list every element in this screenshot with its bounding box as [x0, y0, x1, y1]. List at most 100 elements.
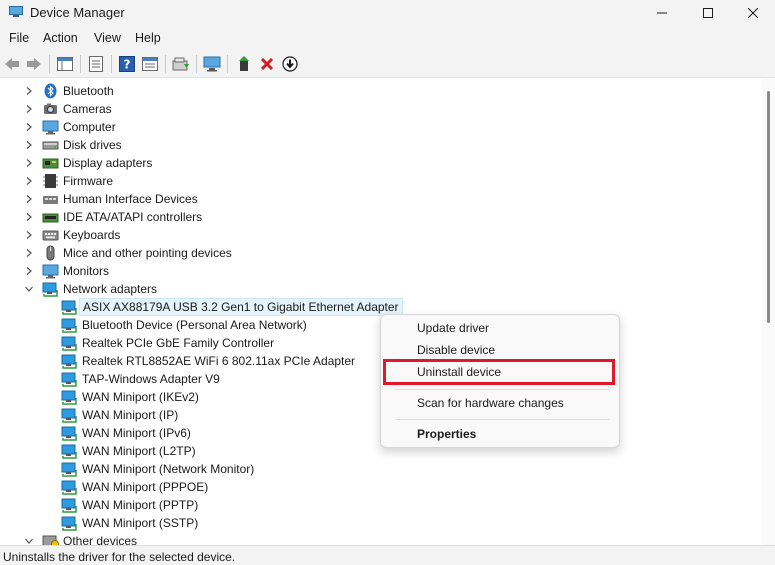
menu-help[interactable]: Help	[135, 31, 161, 45]
tree-category-disk-drives[interactable]: Disk drives	[0, 136, 760, 154]
tree-category-label: Network adapters	[63, 282, 158, 296]
help-button[interactable]: ?	[117, 54, 137, 74]
tree-category-label: IDE ATA/ATAPI controllers	[63, 210, 203, 224]
chevron-right-icon	[26, 195, 32, 203]
tree-device-label: WAN Miniport (L2TP)	[82, 444, 196, 458]
chevron-right-icon	[26, 213, 32, 221]
menu-item-scan-for-hardware-changes[interactable]: Scan for hardware changes	[417, 396, 564, 410]
tree-category-bluetooth[interactable]: Bluetooth	[0, 82, 760, 100]
tree-category-cameras[interactable]: Cameras	[0, 100, 760, 118]
update-driver-button[interactable]	[171, 54, 191, 74]
menu-action[interactable]: Action	[43, 31, 78, 45]
tree-category-label: Firmware	[63, 174, 113, 188]
chevron-right-icon	[26, 249, 32, 257]
display-adapter-icon	[42, 158, 59, 169]
network-adapter-icon	[42, 282, 58, 297]
tree-device-selected[interactable]: ASIX AX88179A USB 3.2 Gen1 to Gigabit Et…	[0, 298, 760, 316]
menu-item-properties[interactable]: Properties	[417, 427, 476, 441]
tree-category-display-adapters[interactable]: Display adapters	[0, 154, 760, 172]
tree-category-monitors[interactable]: Monitors	[0, 262, 760, 280]
tree-category-label: Disk drives	[63, 138, 122, 152]
tree-category-label: Monitors	[63, 264, 110, 278]
highlight-annotation-box	[383, 359, 615, 385]
device-tree[interactable]: Bluetooth Cameras Computer Disk drives D…	[0, 79, 762, 545]
network-adapter-icon	[61, 516, 77, 531]
tree-device[interactable]: WAN Miniport (PPTP)	[0, 496, 760, 514]
tree-category-label: Bluetooth	[63, 84, 114, 98]
menu-view[interactable]: View	[94, 31, 121, 45]
tree-category-keyboards[interactable]: Keyboards	[0, 226, 760, 244]
vertical-scrollbar[interactable]	[762, 79, 775, 545]
help-icon: ?	[119, 56, 135, 72]
tree-device[interactable]: WAN Miniport (PPPOE)	[0, 478, 760, 496]
other-devices-icon	[42, 535, 59, 545]
mouse-icon	[46, 245, 55, 261]
menu-separator	[395, 389, 609, 390]
tree-category-label: Keyboards	[63, 228, 121, 242]
chevron-right-icon	[26, 267, 32, 275]
tree-device-label: WAN Miniport (SSTP)	[82, 516, 199, 530]
tree-category-computer[interactable]: Computer	[0, 118, 760, 136]
tree-device[interactable]: WAN Miniport (SSTP)	[0, 514, 760, 532]
network-adapter-icon	[61, 426, 77, 441]
menu-item-update-driver[interactable]: Update driver	[417, 321, 489, 335]
tree-device-label: WAN Miniport (IP)	[82, 408, 179, 422]
tree-category-mice[interactable]: Mice and other pointing devices	[0, 244, 760, 262]
view-button[interactable]	[140, 54, 160, 74]
properties-icon	[89, 56, 103, 72]
tree-device[interactable]: WAN Miniport (Network Monitor)	[0, 460, 760, 478]
forward-button[interactable]	[24, 54, 44, 74]
chevron-right-icon	[26, 105, 32, 113]
tree-category-label: Display adapters	[63, 156, 153, 170]
back-button[interactable]	[2, 54, 22, 74]
scrollbar-thumb[interactable]	[767, 91, 770, 323]
maximize-button[interactable]	[685, 0, 731, 26]
ide-controller-icon	[42, 213, 59, 223]
download-driver-icon	[282, 56, 298, 72]
chevron-right-icon	[26, 159, 32, 167]
chevron-down-icon	[25, 538, 33, 544]
uninstall-device-icon	[260, 57, 274, 71]
toolbar-separator	[227, 55, 228, 73]
firmware-icon	[43, 174, 58, 188]
hid-icon	[43, 196, 58, 204]
tree-category-network-adapters[interactable]: Network adapters	[0, 280, 760, 298]
show-hide-tree-button[interactable]	[55, 54, 75, 74]
status-text: Uninstalls the driver for the selected d…	[3, 550, 236, 564]
uninstall-device-button[interactable]	[257, 54, 277, 74]
close-icon	[748, 8, 758, 18]
tree-category-other-devices[interactable]: Other devices	[0, 532, 760, 545]
network-adapter-icon	[61, 318, 77, 333]
menu-file[interactable]: File	[9, 31, 29, 45]
view-icon	[142, 57, 158, 71]
network-adapter-icon	[61, 372, 77, 387]
network-adapter-icon	[61, 498, 77, 513]
scan-hardware-button[interactable]	[202, 54, 222, 74]
toolbar-separator	[165, 55, 166, 73]
status-bar: Uninstalls the driver for the selected d…	[0, 545, 775, 565]
tree-device-label: TAP-Windows Adapter V9	[82, 372, 220, 386]
tree-category-label: Mice and other pointing devices	[63, 246, 232, 260]
tree-device-label: ASIX AX88179A USB 3.2 Gen1 to Gigabit Et…	[79, 298, 403, 316]
tree-category-firmware[interactable]: Firmware	[0, 172, 760, 190]
network-adapter-icon	[61, 300, 77, 315]
monitor-icon	[42, 264, 59, 279]
title-bar: Device Manager	[0, 0, 775, 26]
enable-device-button[interactable]	[234, 54, 254, 74]
tree-device-label: WAN Miniport (PPPOE)	[82, 480, 209, 494]
network-adapter-icon	[61, 408, 77, 423]
tree-device-label: Bluetooth Device (Personal Area Network)	[82, 318, 307, 332]
tree-category-human-interface-devices[interactable]: Human Interface Devices	[0, 190, 760, 208]
minimize-button[interactable]	[639, 0, 685, 26]
back-arrow-icon	[5, 58, 19, 70]
menu-separator	[395, 419, 609, 420]
update-driver-icon	[172, 57, 189, 71]
download-driver-button[interactable]	[280, 54, 300, 74]
properties-button[interactable]	[86, 54, 106, 74]
tree-device-label: WAN Miniport (PPTP)	[82, 498, 199, 512]
tree-device-label: Realtek PCIe GbE Family Controller	[82, 336, 275, 350]
menu-item-disable-device[interactable]: Disable device	[417, 343, 495, 357]
tree-category-ide-ata-atapi-controllers[interactable]: IDE ATA/ATAPI controllers	[0, 208, 760, 226]
close-button[interactable]	[731, 0, 775, 26]
tree-category-label: Cameras	[63, 102, 112, 116]
